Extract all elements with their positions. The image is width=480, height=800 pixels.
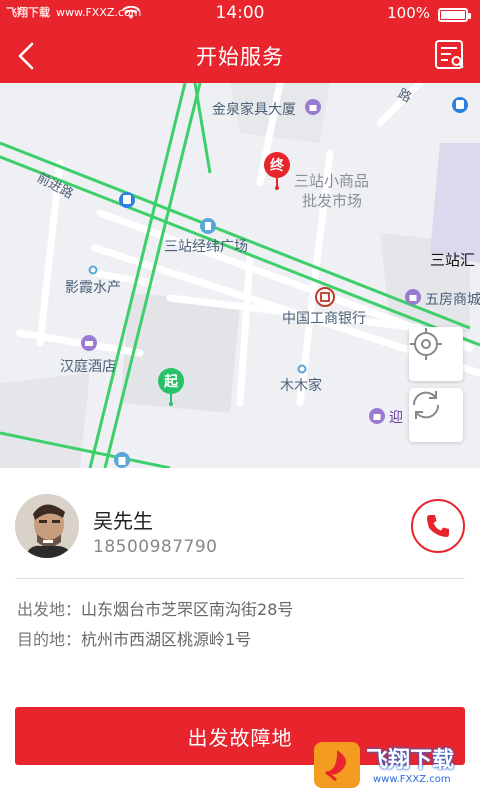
hotel-icon <box>81 335 97 351</box>
status-bar: 飞翔下载 www.FXXZ.com 14:00 100% <box>0 0 480 28</box>
divider <box>15 578 465 579</box>
refresh-icon <box>412 391 440 419</box>
battery-percent: 100% <box>387 4 430 22</box>
route-from: 出发地：山东烟台市芝罘区南沟街28号 <box>17 596 293 620</box>
bank-icon <box>315 287 335 307</box>
route-from-value: 山东烟台市芝罘区南沟街28号 <box>81 600 294 619</box>
map-roads <box>0 83 480 468</box>
page-title: 开始服务 <box>196 45 284 69</box>
battery-icon <box>438 8 471 22</box>
end-marker[interactable]: 终 <box>262 151 292 191</box>
poi-ying[interactable]: 迎 <box>389 407 403 427</box>
poi-hanting[interactable]: 汉庭酒店 <box>60 356 116 376</box>
watermark-text: 飞翔下载 <box>366 748 455 773</box>
route-to-value: 杭州市西湖区桃源岭1号 <box>81 630 252 649</box>
poi-sanzhan-jingwei[interactable]: 三站经纬广场 <box>164 236 248 256</box>
route-to: 目的地：杭州市西湖区桃源岭1号 <box>17 626 251 650</box>
customer-name: 吴先生 <box>93 509 153 533</box>
shopping-icon-ying <box>369 408 385 424</box>
avatar <box>15 494 79 558</box>
service-record-icon[interactable] <box>434 39 466 71</box>
route-to-label: 目的地： <box>17 630 82 649</box>
poi-mumujia[interactable]: 木木家 <box>280 375 322 395</box>
building-icon <box>200 218 216 234</box>
building-icon-bottom <box>114 452 130 468</box>
shopping-icon <box>305 99 321 115</box>
shopping-icon-wufang <box>405 289 421 305</box>
poi-yingxia[interactable]: 影霞水产 <box>65 277 121 297</box>
poi-sanzhan-market-1[interactable]: 三站小商品 <box>294 170 369 191</box>
locate-icon <box>410 328 442 360</box>
customer-phone: 18500987790 <box>93 537 218 557</box>
route-from-label: 出发地： <box>17 600 82 619</box>
customer-avatar-icon <box>15 494 79 558</box>
poi-dot-icon <box>88 265 98 275</box>
poi-sanzhan-market-2[interactable]: 批发市场 <box>302 190 362 211</box>
poi-dot-icon-mumujia <box>297 364 307 374</box>
phone-icon <box>427 515 449 537</box>
refresh-button[interactable] <box>409 388 463 442</box>
end-marker-label: 终 <box>270 158 284 174</box>
watermark-url: www.FXXZ.com <box>370 774 454 785</box>
locate-button[interactable] <box>409 327 463 381</box>
map-view[interactable]: 金泉家具大厦 三站小商品 批发市场 前进路 路 三站经纬广场 三站汇 五房商城 … <box>0 83 480 468</box>
start-marker-label: 起 <box>164 374 178 390</box>
start-marker[interactable]: 起 <box>156 367 186 407</box>
poi-wufang[interactable]: 五房商城 <box>425 289 480 309</box>
poi-sanzhan-hui[interactable]: 三站汇 <box>430 249 475 270</box>
header: 开始服务 <box>0 28 480 83</box>
service-info-panel: 吴先生 18500987790 出发地：山东烟台市芝罘区南沟街28号 目的地：杭… <box>0 468 480 800</box>
watermark: 飞翔下载 www.FXXZ.com <box>314 740 474 794</box>
call-button[interactable] <box>411 499 465 553</box>
poi-jinquan[interactable]: 金泉家具大厦 <box>212 99 296 119</box>
poi-icbc[interactable]: 中国工商银行 <box>282 308 366 328</box>
